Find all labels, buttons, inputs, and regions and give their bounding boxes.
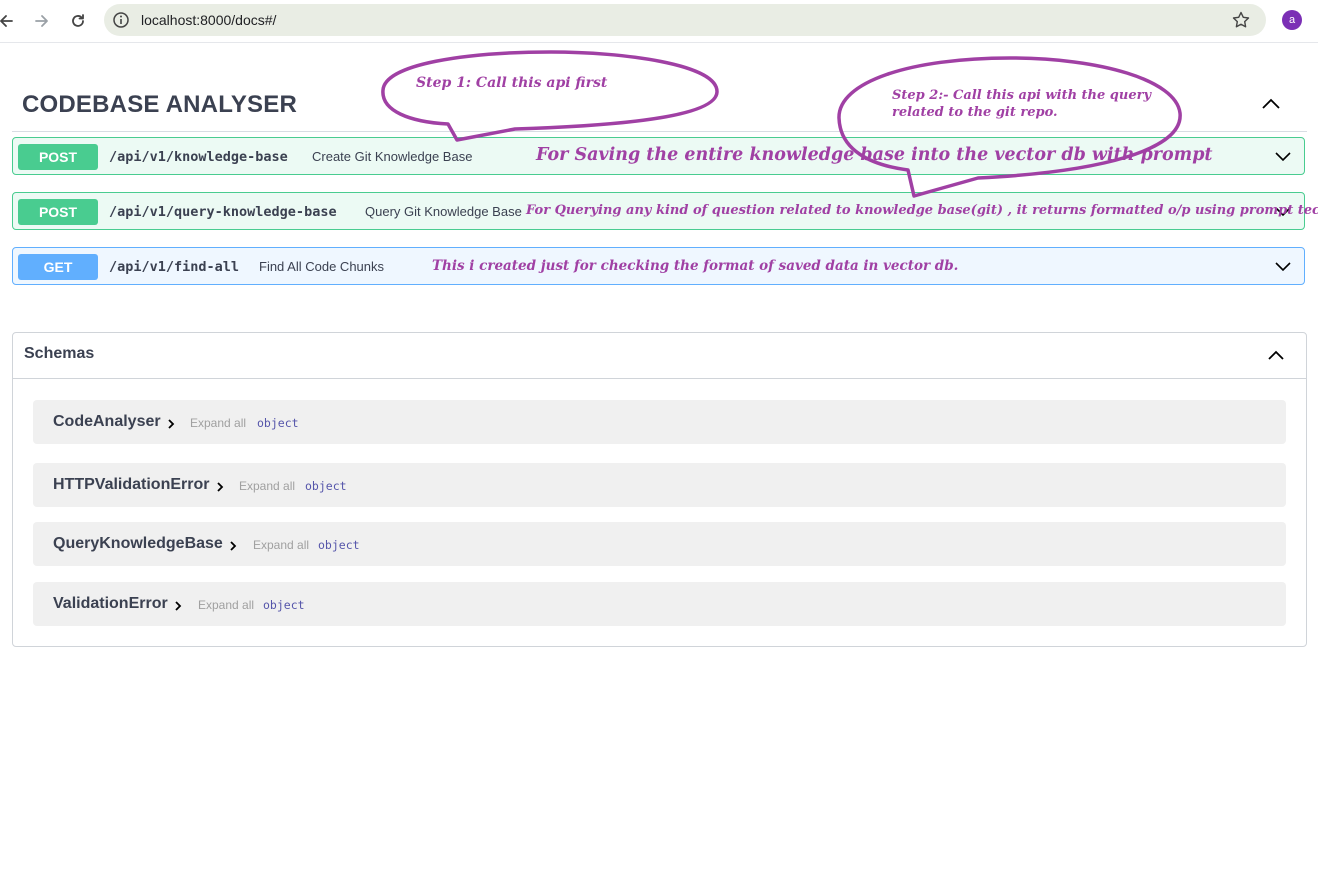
back-button[interactable] <box>0 9 18 33</box>
url-text[interactable]: localhost:8000/docs#/ <box>141 12 276 28</box>
model-name[interactable]: CodeAnalyser <box>53 413 161 431</box>
model-type: object <box>257 416 299 430</box>
schema-model[interactable]: CodeAnalyser Expand all object <box>33 400 1286 444</box>
chevron-up-icon[interactable] <box>1260 96 1282 112</box>
model-name[interactable]: HTTPValidationError <box>53 476 209 494</box>
divider <box>12 131 1307 132</box>
annotation-find-note: This i created just for checking the for… <box>432 258 959 274</box>
schemas-section: Schemas CodeAnalyser Expand all object H… <box>12 332 1307 647</box>
annotation-step2-line1: Step 2:- Call this api with the query <box>892 88 1152 103</box>
method-badge: POST <box>18 144 98 170</box>
model-type: object <box>305 479 347 493</box>
schemas-header[interactable]: Schemas <box>13 333 1306 379</box>
expand-all-link[interactable]: Expand all <box>198 598 254 612</box>
chevron-right-icon[interactable] <box>228 540 238 552</box>
model-type: object <box>318 538 360 552</box>
operation-summary: Query Git Knowledge Base <box>365 204 522 219</box>
chevron-right-icon[interactable] <box>166 418 176 430</box>
schema-model[interactable]: HTTPValidationError Expand all object <box>33 463 1286 507</box>
operation-summary: Create Git Knowledge Base <box>312 149 473 164</box>
expand-all-link[interactable]: Expand all <box>253 538 309 552</box>
model-name[interactable]: ValidationError <box>53 595 168 613</box>
arrow-right-icon <box>35 15 48 27</box>
site-info-icon[interactable] <box>112 11 130 29</box>
annotation-step2-line2: related to the git repo. <box>892 105 1058 120</box>
speech-bubble-step1 <box>381 50 719 142</box>
expand-all-link[interactable]: Expand all <box>239 479 295 493</box>
operation-path: /api/v1/find-all <box>109 259 240 275</box>
schema-model[interactable]: ValidationError Expand all object <box>33 582 1286 626</box>
arrow-left-icon <box>0 15 13 27</box>
model-name[interactable]: QueryKnowledgeBase <box>53 535 223 553</box>
chevron-up-icon[interactable] <box>1266 347 1286 363</box>
expand-all-link[interactable]: Expand all <box>190 416 246 430</box>
forward-button[interactable] <box>30 9 54 33</box>
method-badge: GET <box>18 254 98 280</box>
operation-path: /api/v1/knowledge-base <box>109 149 288 165</box>
chevron-right-icon[interactable] <box>173 600 183 612</box>
model-type: object <box>263 598 305 612</box>
chevron-down-icon[interactable] <box>1274 260 1292 272</box>
address-bar[interactable]: localhost:8000/docs#/ <box>104 4 1266 36</box>
reload-button[interactable] <box>66 9 90 33</box>
schemas-title: Schemas <box>24 345 95 362</box>
operation-summary: Find All Code Chunks <box>259 259 385 274</box>
annotation-save-note: For Saving the entire knowledge base int… <box>536 145 1213 165</box>
reload-icon <box>72 14 84 27</box>
method-badge: POST <box>18 199 98 225</box>
annotation-query-note: For Querying any kind of question relate… <box>526 203 1318 218</box>
speech-bubble-step2 <box>837 56 1182 198</box>
profile-avatar[interactable]: a <box>1282 10 1302 30</box>
chevron-right-icon[interactable] <box>215 481 225 493</box>
bookmark-star-icon[interactable] <box>1231 10 1251 30</box>
page-title: CODEBASE ANALYSER <box>22 91 298 118</box>
chevron-down-icon[interactable] <box>1274 150 1292 162</box>
browser-toolbar: localhost:8000/docs#/ a <box>0 0 1318 43</box>
schema-model[interactable]: QueryKnowledgeBase Expand all object <box>33 522 1286 566</box>
operation-path: /api/v1/query-knowledge-base <box>109 204 337 220</box>
annotation-step1: Step 1: Call this api first <box>416 75 608 91</box>
